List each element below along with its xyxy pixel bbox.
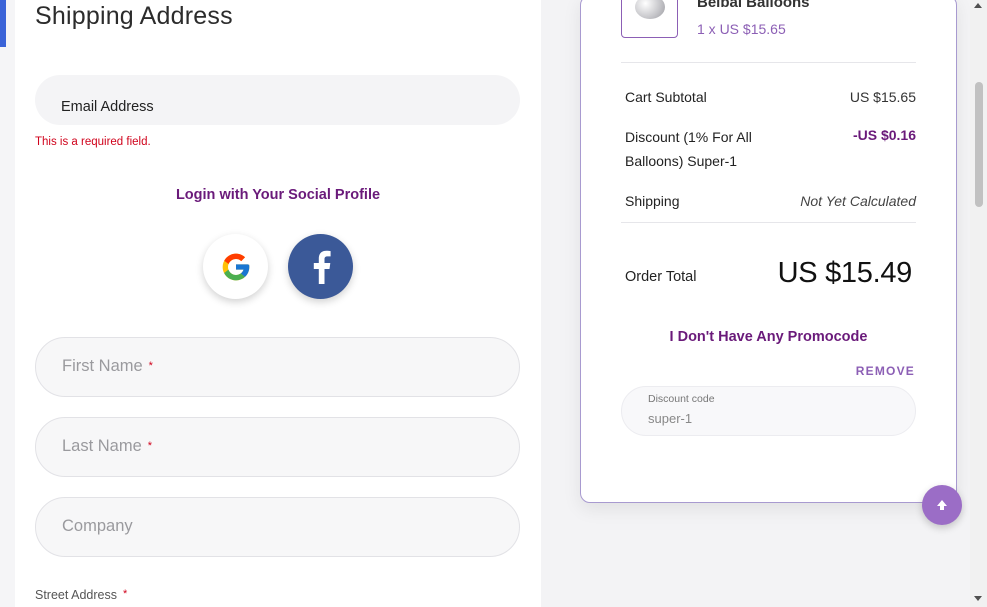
google-login-button[interactable] [203, 234, 268, 299]
street-address-label: Street Address [35, 588, 117, 602]
required-marker: * [123, 588, 128, 600]
email-label: Email Address [61, 99, 154, 115]
required-marker: * [148, 360, 153, 372]
subtotal-value: US $15.65 [849, 89, 916, 105]
order-total-value: US $15.49 [777, 257, 913, 289]
subtotal-label: Cart Subtotal [625, 89, 707, 105]
discount-label-line2: Balloons) Super-1 [625, 153, 738, 169]
page-title: Shipping Address [35, 2, 233, 30]
shipping-value: Not Yet Calculated [800, 193, 916, 209]
google-icon [222, 253, 249, 280]
scroll-to-top-button[interactable] [922, 485, 962, 525]
discount-code-label: Discount code [648, 393, 715, 405]
last-name-field[interactable]: Last Name * [35, 417, 520, 477]
no-promocode-link[interactable]: I Don't Have Any Promocode [580, 329, 957, 345]
email-field[interactable]: Email Address [35, 75, 520, 125]
discount-label-line1: Discount (1% For All [625, 129, 752, 145]
product-quantity-price: 1 x US $15.65 [697, 21, 786, 37]
email-error-message: This is a required field. [35, 136, 151, 148]
balloon-image [635, 0, 665, 19]
last-name-label: Last Name [62, 437, 142, 455]
company-label: Company [62, 517, 133, 535]
discount-code-input[interactable]: Discount code super-1 [621, 386, 916, 436]
order-total-label: Order Total [625, 269, 697, 285]
discount-code-value: super-1 [648, 411, 693, 426]
divider [621, 222, 916, 223]
remove-discount-link[interactable]: REMOVE [856, 364, 915, 378]
product-thumbnail[interactable] [621, 0, 678, 38]
scroll-up-arrow-icon[interactable] [974, 3, 982, 8]
facebook-icon [313, 250, 331, 284]
required-marker: * [147, 440, 153, 452]
page-scrollbar[interactable] [970, 0, 987, 607]
scrollbar-thumb[interactable] [975, 82, 983, 207]
facebook-login-button[interactable] [288, 234, 353, 299]
product-name[interactable]: Belbal Balloons [697, 0, 810, 11]
arrow-up-icon [937, 500, 947, 510]
divider [621, 62, 916, 63]
first-name-label: First Name [62, 357, 143, 375]
discount-value: -US $0.16 [852, 127, 916, 143]
shipping-label: Shipping [625, 193, 680, 209]
section-accent-bar [0, 0, 6, 47]
social-login-title: Login with Your Social Profile [175, 187, 381, 203]
scroll-down-arrow-icon[interactable] [974, 596, 982, 601]
first-name-field[interactable]: First Name * [35, 337, 520, 397]
company-field[interactable]: Company [35, 497, 520, 557]
